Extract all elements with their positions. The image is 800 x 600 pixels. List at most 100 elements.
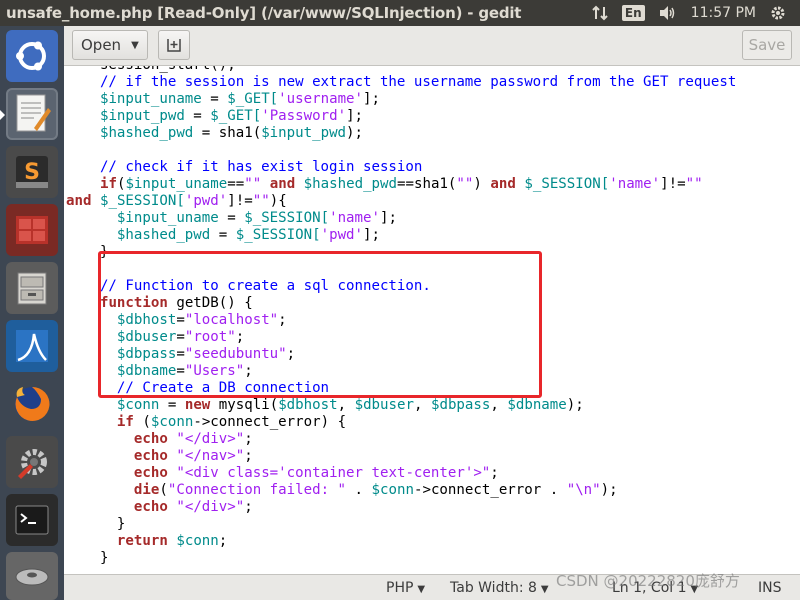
code-line[interactable]: session_start(); [66,66,736,74]
code-line[interactable]: // check if it has exist login session [66,159,736,176]
code-token: echo [133,465,168,481]
code-token: $_GET[ [210,108,262,124]
code-token: ); [346,125,364,141]
code-token: ) [473,176,491,192]
workspace-switcher-icon[interactable] [6,204,58,256]
code-token: ==sha1( [397,176,457,192]
code-token: ]!= [660,176,686,192]
code-token: 'Password' [261,108,347,124]
code-token: $conn [116,397,160,413]
code-token: ); [566,397,584,413]
code-line[interactable]: $input_uname = $_SESSION['name']; [66,210,736,227]
tab-width-label: Tab Width: 8 [450,580,537,596]
sublime-text-icon[interactable]: S [6,146,58,198]
code-line[interactable]: die("Connection failed: " . $conn->conne… [66,482,736,499]
code-line[interactable]: echo "</div>"; [66,431,736,448]
code-line[interactable] [66,142,736,159]
code-token: 'name' [609,176,661,192]
code-token: ]; [346,108,364,124]
code-token: "" [685,176,703,192]
text-editor-icon[interactable] [6,88,58,140]
code-line[interactable]: $input_uname = $_GET['username']; [66,91,736,108]
code-token: , [413,397,431,413]
code-line[interactable]: and $_SESSION['pwd']!=""){ [66,193,736,210]
code-token: = [210,227,236,243]
file-manager-icon[interactable] [6,262,58,314]
system-settings-icon[interactable] [6,436,58,488]
code-line[interactable]: $input_pwd = $_GET['Password']; [66,108,736,125]
code-line[interactable]: return $conn; [66,533,736,550]
code-token: $hashed_pwd [116,227,211,243]
code-line[interactable]: echo "</nav>"; [66,448,736,465]
code-token: ->connect_error . [413,482,567,498]
code-token: 'name' [329,210,380,226]
code-line[interactable]: $hashed_pwd = $_SESSION['pwd']; [66,227,736,244]
firefox-icon[interactable] [6,378,58,430]
code-token: } [66,550,109,566]
code-token: "</nav>" [176,448,245,464]
language-selector[interactable]: PHP ▼ [386,580,425,596]
code-token: $input_uname [125,176,228,192]
code-token: = [184,108,211,124]
code-token: == [227,176,245,192]
indicator-area: En 11:57 PM [592,0,800,26]
code-token: $dbname [507,397,567,413]
network-icon[interactable] [592,5,608,21]
code-token: session_start(); [66,66,236,73]
code-token: // check if it has exist login session [66,159,423,175]
save-button[interactable]: Save [742,30,792,60]
code-line[interactable]: if($input_uname=="" and $hashed_pwd==sha… [66,176,736,193]
code-token: = [218,210,245,226]
disk-icon[interactable] [6,552,58,600]
code-token: echo [133,448,168,464]
terminal-icon[interactable] [6,494,58,546]
code-line[interactable]: echo "<div class='container text-center'… [66,465,736,482]
code-token: "" [244,176,262,192]
code-token: and [261,176,304,192]
open-button[interactable]: Open ▼ [72,30,148,60]
editor-toolbar: Open ▼ Save [64,26,800,66]
code-line[interactable]: } [66,516,736,533]
code-token: , [490,397,508,413]
ubuntu-dash-icon[interactable] [6,30,58,82]
tab-width-selector[interactable]: Tab Width: 8 ▼ [450,580,549,596]
code-token: $conn [150,414,194,430]
code-token: ->connect_error) { [193,414,347,430]
code-token: $_SESSION[ [235,227,321,243]
open-button-label: Open [81,36,122,54]
code-token: "" [252,193,270,209]
code-line[interactable]: $hashed_pwd = sha1($input_pwd); [66,125,736,142]
code-token: ]; [363,227,381,243]
new-tab-button[interactable] [158,30,190,60]
code-token: "" [456,176,474,192]
code-line[interactable]: $conn = new mysqli($dbhost, $dbuser, $db… [66,397,736,414]
volume-icon[interactable] [659,5,677,21]
code-token: "</div>" [176,499,245,515]
code-token: mysqli( [210,397,279,413]
code-token: $conn [371,482,414,498]
code-line[interactable]: // if the session is new extract the use… [66,74,736,91]
chevron-down-icon: ▼ [540,584,549,595]
code-line[interactable]: if ($conn->connect_error) { [66,414,736,431]
wireshark-icon[interactable] [6,320,58,372]
clock[interactable]: 11:57 PM [691,5,756,21]
code-token: if [99,176,117,192]
window-title: unsafe_home.php [Read-Only] (/var/www/SQ… [6,4,522,22]
code-line[interactable]: echo "</div>"; [66,499,736,516]
language-label: PHP [386,580,414,596]
code-line[interactable]: } [66,550,736,567]
keyboard-layout-indicator[interactable]: En [621,5,645,21]
code-token: ( [133,414,151,430]
settings-gear-icon[interactable] [770,5,786,21]
code-token: ]; [380,210,397,226]
top-panel: unsafe_home.php [Read-Only] (/var/www/SQ… [0,0,800,26]
code-token: $dbpass [430,397,491,413]
